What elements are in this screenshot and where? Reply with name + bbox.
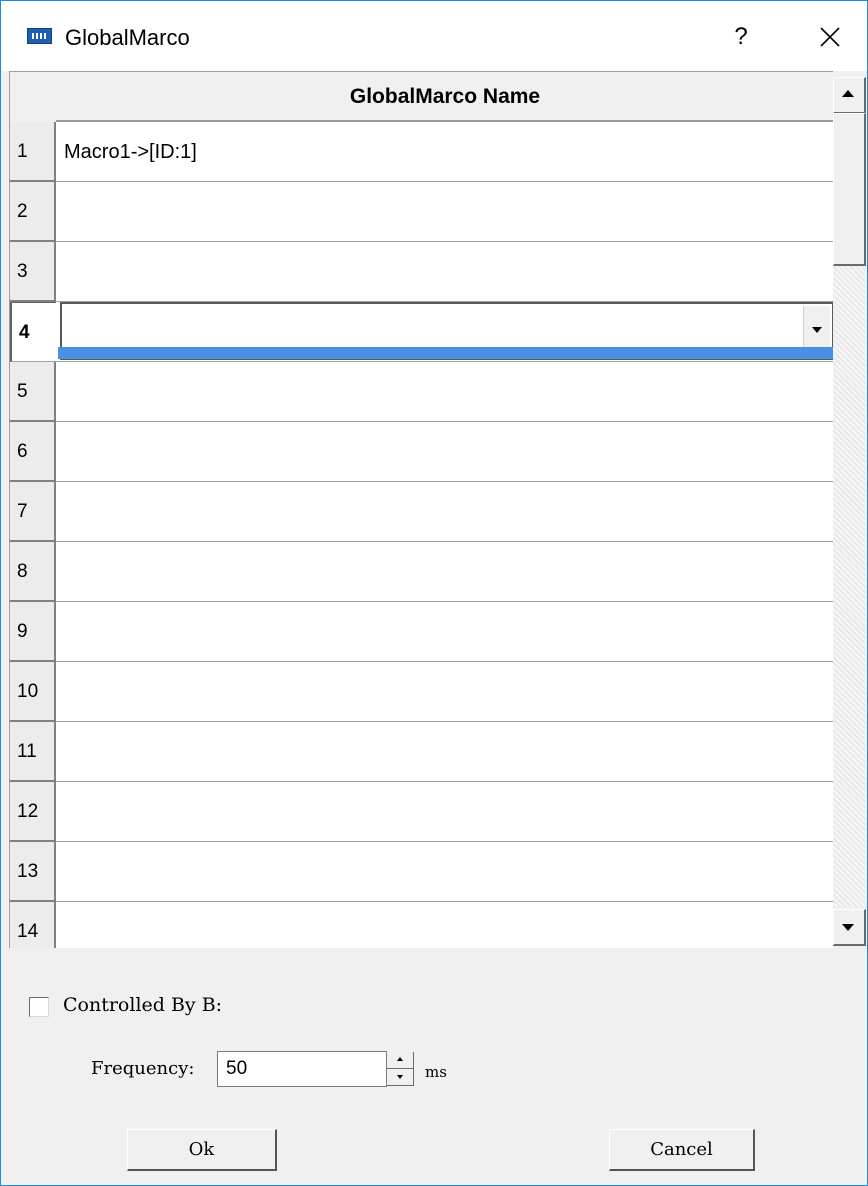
- row-header[interactable]: 13: [10, 842, 56, 902]
- row-header[interactable]: 9: [10, 602, 56, 662]
- row-header[interactable]: 1: [10, 122, 56, 182]
- table-row[interactable]: 3: [10, 242, 834, 302]
- spin-up-icon[interactable]: [387, 1052, 414, 1069]
- cancel-button[interactable]: Cancel: [609, 1129, 755, 1171]
- macro-name-cell[interactable]: [56, 182, 834, 242]
- scroll-track[interactable]: [833, 267, 865, 907]
- macro-name-cell[interactable]: [56, 602, 834, 662]
- window-title: GlobalMarco: [65, 25, 190, 50]
- frequency-label: Frequency:: [91, 1058, 195, 1079]
- table-row[interactable]: 11: [10, 722, 834, 782]
- macro-name-cell[interactable]: [56, 422, 834, 482]
- frequency-input[interactable]: 50: [217, 1051, 387, 1087]
- selection-highlight: [58, 347, 833, 359]
- row-header[interactable]: 4: [10, 302, 56, 362]
- row-header[interactable]: 6: [10, 422, 56, 482]
- row-header[interactable]: 7: [10, 482, 56, 542]
- row-header[interactable]: 2: [10, 182, 56, 242]
- frequency-unit: ms: [425, 1063, 447, 1081]
- scroll-thumb[interactable]: [833, 113, 866, 266]
- grid-corner: [10, 72, 56, 122]
- row-header[interactable]: 12: [10, 782, 56, 842]
- close-button[interactable]: [807, 19, 851, 55]
- scroll-down-arrow-icon[interactable]: [833, 909, 866, 946]
- macro-name-cell[interactable]: [56, 662, 834, 722]
- macro-grid: GlobalMarco Name 1 Macro1->[ID:1] 2 3 4 …: [9, 71, 834, 948]
- row-header[interactable]: 3: [10, 242, 56, 302]
- controlled-by-checkbox[interactable]: [29, 997, 49, 1017]
- table-row[interactable]: 10: [10, 662, 834, 722]
- table-row[interactable]: 8: [10, 542, 834, 602]
- table-row[interactable]: 9: [10, 602, 834, 662]
- macro-name-cell[interactable]: [56, 482, 834, 542]
- title-bar: GlobalMarco ?: [1, 1, 867, 71]
- controlled-by-label: Controlled By B:: [63, 994, 223, 1016]
- macro-name-cell[interactable]: Macro1->[ID:1]: [56, 122, 834, 182]
- close-icon: [820, 27, 840, 47]
- column-header-name[interactable]: GlobalMarco Name: [56, 72, 834, 122]
- row-header[interactable]: 5: [10, 362, 56, 422]
- row-header[interactable]: 11: [10, 722, 56, 782]
- macro-name-cell[interactable]: [56, 362, 834, 422]
- macro-name-cell[interactable]: [56, 242, 834, 302]
- scroll-up-arrow-icon[interactable]: [833, 77, 866, 114]
- macro-name-cell[interactable]: [56, 542, 834, 602]
- table-row[interactable]: 12: [10, 782, 834, 842]
- table-row[interactable]: 6: [10, 422, 834, 482]
- ok-button[interactable]: Ok: [127, 1129, 277, 1171]
- macro-name-cell[interactable]: [56, 842, 834, 902]
- row-header[interactable]: 8: [10, 542, 56, 602]
- app-icon: [27, 28, 52, 44]
- table-row[interactable]: 7: [10, 482, 834, 542]
- row-header[interactable]: 10: [10, 662, 56, 722]
- row-header[interactable]: 14: [10, 902, 56, 948]
- table-row[interactable]: 14: [10, 902, 834, 948]
- table-row[interactable]: 13: [10, 842, 834, 902]
- help-button[interactable]: ?: [723, 19, 759, 55]
- frequency-spinner[interactable]: [387, 1051, 415, 1087]
- macro-name-cell[interactable]: [56, 722, 834, 782]
- macro-name-cell[interactable]: [56, 782, 834, 842]
- macro-name-cell[interactable]: [56, 902, 834, 948]
- globalmarco-dialog: GlobalMarco ? GlobalMarco Name 1 Macro1-…: [0, 0, 868, 1186]
- spin-down-icon[interactable]: [387, 1069, 414, 1086]
- table-row[interactable]: 1 Macro1->[ID:1]: [10, 122, 834, 182]
- table-row[interactable]: 5: [10, 362, 834, 422]
- vertical-scrollbar[interactable]: [833, 71, 867, 947]
- table-row[interactable]: 2: [10, 182, 834, 242]
